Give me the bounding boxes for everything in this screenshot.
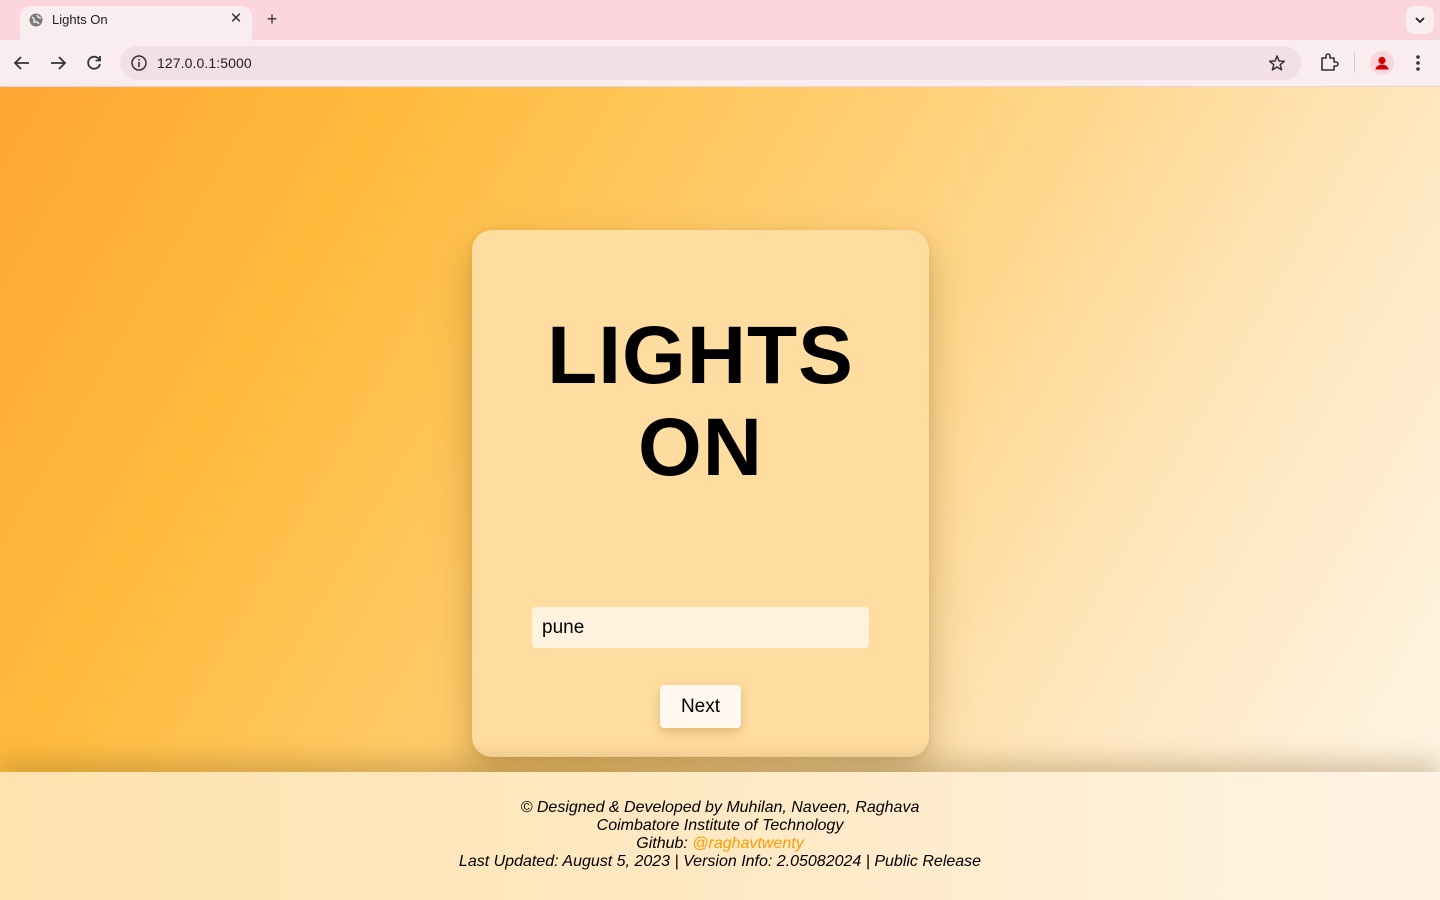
github-link[interactable]: @raghavtwenty [692,835,803,852]
city-input[interactable] [532,607,869,648]
site-info-icon[interactable] [130,54,148,72]
url-text: 127.0.0.1:5000 [157,55,252,71]
next-button[interactable]: Next [660,685,741,728]
app-title: LIGHTS ON [472,310,929,494]
tab-search-button[interactable] [1406,6,1434,34]
tab-strip: Lights On ✕ + [0,0,1440,40]
back-arrow-icon[interactable] [10,51,34,75]
globe-icon [29,13,43,27]
profile-avatar-icon[interactable] [1370,51,1394,75]
footer: © Designed & Developed by Muhilan, Navee… [0,772,1440,900]
toolbar-divider [1354,53,1355,73]
chevron-down-icon [1415,17,1425,24]
footer-github-prefix: Github: [636,835,693,852]
forward-arrow-icon[interactable] [46,51,70,75]
footer-github-line: Github: @raghavtwenty [0,835,1440,853]
browser-toolbar: 127.0.0.1:5000 [0,40,1440,87]
footer-release-info: Last Updated: August 5, 2023 | Version I… [458,853,982,870]
footer-institute: Coimbatore Institute of Technology [596,817,844,834]
app-title-line2: ON [638,402,763,493]
footer-text: © Designed & Developed by Muhilan, Navee… [0,799,1440,871]
bookmark-star-icon[interactable] [1268,54,1286,72]
footer-credit: © Designed & Developed by Muhilan, Navee… [520,799,920,816]
more-menu-icon[interactable] [1408,51,1428,75]
main-card: LIGHTS ON Next [472,230,929,757]
app-title-line1: LIGHTS [547,310,854,401]
close-tab-icon[interactable]: ✕ [226,8,246,30]
browser-tab[interactable]: Lights On ✕ [20,6,252,40]
tab-title: Lights On [52,12,108,27]
reload-icon[interactable] [82,51,106,75]
new-tab-icon[interactable]: + [262,8,282,30]
address-bar[interactable]: 127.0.0.1:5000 [120,46,1301,80]
page-viewport: LIGHTS ON Next © Designed & Developed by… [0,87,1440,900]
extensions-puzzle-icon[interactable] [1318,51,1340,73]
